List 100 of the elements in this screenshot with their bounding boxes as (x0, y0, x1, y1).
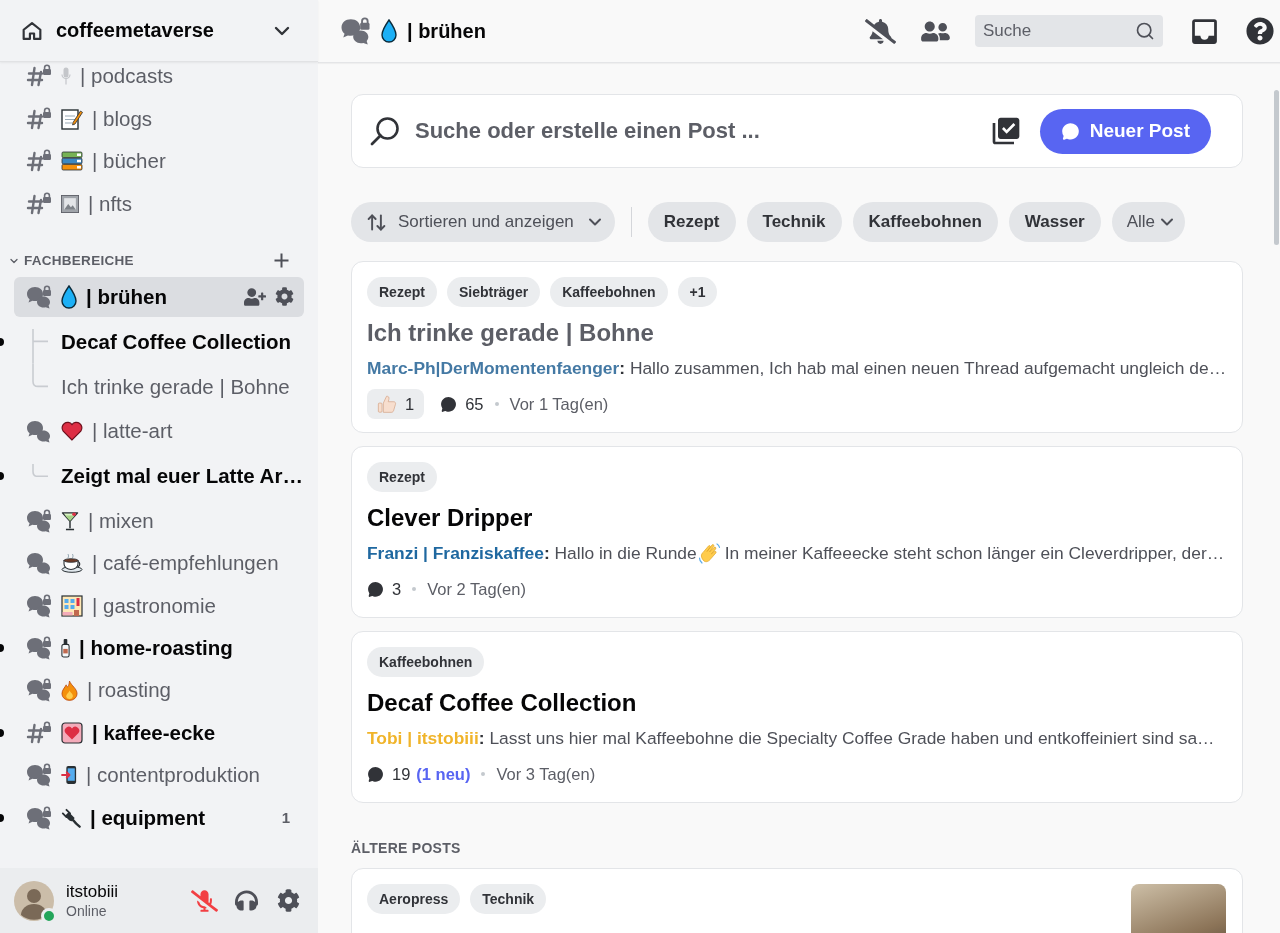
post-tag: Kaffeebohnen (367, 647, 485, 677)
unread-indicator (0, 728, 4, 737)
server-header[interactable]: coffeemetaverse (0, 0, 318, 62)
coffee-cup-icon (61, 553, 83, 574)
post-time: Vor 2 Tag(en) (427, 579, 526, 599)
channel-item[interactable]: | podcasts (14, 62, 304, 97)
framed-picture-icon (61, 194, 79, 213)
plus-icon[interactable] (274, 253, 289, 269)
post-tag: Rezept (367, 462, 437, 492)
channel-item[interactable]: | kaffee-ecke (14, 712, 304, 753)
tag-filter[interactable]: Wasser (1008, 202, 1101, 242)
channel-item[interactable]: | bücher (14, 141, 304, 182)
books-icon (61, 151, 83, 172)
scrollbar-thumb[interactable] (1274, 90, 1279, 245)
channel-item[interactable]: | gastronomie (14, 585, 304, 626)
people-icon[interactable] (921, 19, 950, 43)
heart-tile-icon (61, 721, 83, 744)
chat-bubble-icon (367, 580, 384, 598)
sort-button[interactable]: Sortieren und anzeigen (351, 202, 615, 242)
post-time: Vor 1 Tag(en) (509, 394, 609, 414)
tag-filter[interactable]: Technik (746, 202, 842, 242)
post-card[interactable]: Rezept Siebträger Kaffeebohnen +1 Ich trinke gerade | Bohne Marc-Ph|DerMomentenfaenger: Hallo zusammen, Ich hab mal einen neuen Thread aufgemacht ungleich de… 1 65 Vor 1 Tag(en) (351, 261, 1243, 433)
message-preview: : Hallo in die Runde (543, 542, 697, 564)
channel-item[interactable]: | home-roasting (14, 628, 304, 669)
tag-dropdown[interactable]: Alle (1111, 202, 1186, 242)
flame-icon (61, 679, 78, 701)
post-search-input[interactable]: Suche oder erstelle einen Post ... (415, 118, 975, 144)
post-tag: Aeropress (367, 884, 461, 914)
channel-item[interactable]: | latte-art (14, 411, 304, 452)
building-icon (61, 594, 83, 617)
settings-icon[interactable] (276, 889, 300, 912)
channel-title: | brühen (407, 19, 486, 43)
tag-filter[interactable]: Kaffeebohnen (852, 202, 998, 242)
message-preview: In meiner Kaffeeecke steht schon länger ein Cleverdripper, der… (724, 542, 1225, 564)
tag-filter[interactable]: Rezept (647, 202, 736, 242)
bottle-icon (61, 638, 70, 659)
category-header[interactable]: FACHBEREICHE (8, 253, 134, 269)
channel-item[interactable]: | nfts (14, 183, 304, 224)
memo-icon (61, 107, 83, 130)
heart-icon (61, 421, 83, 442)
post-card[interactable]: Rezept Clever Dripper Franzi | Franziskaffee: Hallo in die Runde In meiner Kaffeeecke steht schon länger ein Cleverdripper, der… 3 Vor 2 Tag(en) (351, 446, 1243, 618)
waving-hand-icon (697, 542, 720, 564)
message-preview: : Hallo zusammen, Ich hab mal einen neuen Thread aufgemacht ungleich de… (619, 357, 1227, 379)
search-field[interactable]: Suche (975, 15, 1163, 47)
thumbs-up-icon (377, 394, 397, 414)
comment-count: 65 (465, 394, 484, 414)
comment-count: 19 (392, 764, 411, 784)
chat-bubble-icon (1060, 121, 1080, 141)
thread-connector-line (32, 463, 48, 478)
unread-indicator (0, 644, 4, 653)
channel-item[interactable]: | roasting (14, 670, 304, 711)
search-icon (1135, 21, 1155, 41)
droplet-icon (61, 284, 77, 309)
comment-count: 3 (392, 579, 402, 599)
chat-bubble-icon (440, 395, 458, 413)
thread-item[interactable]: Decaf Coffee Collection (14, 319, 304, 365)
phone-arrow-icon (61, 764, 77, 787)
avatar[interactable] (14, 880, 54, 921)
house-icon (22, 20, 42, 41)
post-title: Ich trinke gerade | Bohne (367, 319, 655, 347)
channel-item[interactable]: | café-empfehlungen (14, 543, 304, 584)
plug-icon (61, 807, 81, 828)
settings-icon[interactable] (275, 287, 294, 307)
user-status: Online (66, 902, 108, 920)
headphones-icon[interactable] (234, 889, 258, 912)
channel-item[interactable]: | brühen (14, 276, 304, 317)
unread-indicator (0, 337, 4, 346)
channel-item[interactable]: | blogs (14, 98, 304, 139)
post-card[interactable]: Aeropress Technik (351, 868, 1243, 933)
unread-indicator (0, 472, 4, 481)
cocktail-glass-icon (61, 510, 79, 531)
new-post-button[interactable]: Neuer Post (1039, 108, 1211, 154)
message-preview: : Lasst uns hier mal Kaffeebohne die Specialty Coffee Grade haben und entkoffeiniert sind sa… (478, 727, 1215, 749)
post-tag: Technik (470, 884, 547, 914)
search-icon (370, 116, 400, 146)
droplet-icon (381, 19, 397, 43)
bell-slash-icon[interactable] (865, 18, 896, 44)
add-member-icon[interactable] (244, 287, 266, 306)
thread-item[interactable]: Zeigt mal euer Latte Ar… (14, 453, 304, 499)
microphone-muted-icon[interactable] (190, 889, 218, 912)
chat-bubble-icon (367, 765, 384, 783)
channel-item[interactable]: | equipment 1 (14, 797, 304, 838)
post-tag: Kaffeebohnen (550, 277, 668, 307)
post-time: Vor 3 Tag(en) (496, 764, 596, 784)
post-title: Decaf Coffee Collection (367, 689, 638, 717)
thread-item[interactable]: Ich trinke gerade | Bohne (14, 364, 304, 409)
user-name: itstobiii (66, 881, 118, 902)
author-name: Marc-Ph|DerMomentenfaenger (367, 357, 620, 379)
post-tag: Siebträger (446, 277, 541, 307)
post-card[interactable]: Kaffeebohnen Decaf Coffee Collection Tobi | itstobiii: Lasst uns hier mal Kaffeebohne die Specialty Coffee Grade haben und entkoffeiniert sind sa… 19 (1 neu) Vor 3 Tag(en) (351, 631, 1243, 803)
microphone-icon (61, 67, 71, 86)
post-tag: Rezept (367, 277, 437, 307)
section-heading: ÄLTERE POSTS (351, 840, 462, 856)
author-name: Franzi | Franziskaffee (367, 542, 544, 564)
reaction-button[interactable]: 1 (367, 389, 425, 419)
mention-count: 1 (281, 809, 291, 827)
post-title: Clever Dripper (367, 504, 534, 532)
channel-item[interactable]: | mixen (14, 500, 304, 541)
channel-item[interactable]: | contentproduktion (14, 755, 304, 796)
help-icon[interactable] (1246, 17, 1274, 45)
